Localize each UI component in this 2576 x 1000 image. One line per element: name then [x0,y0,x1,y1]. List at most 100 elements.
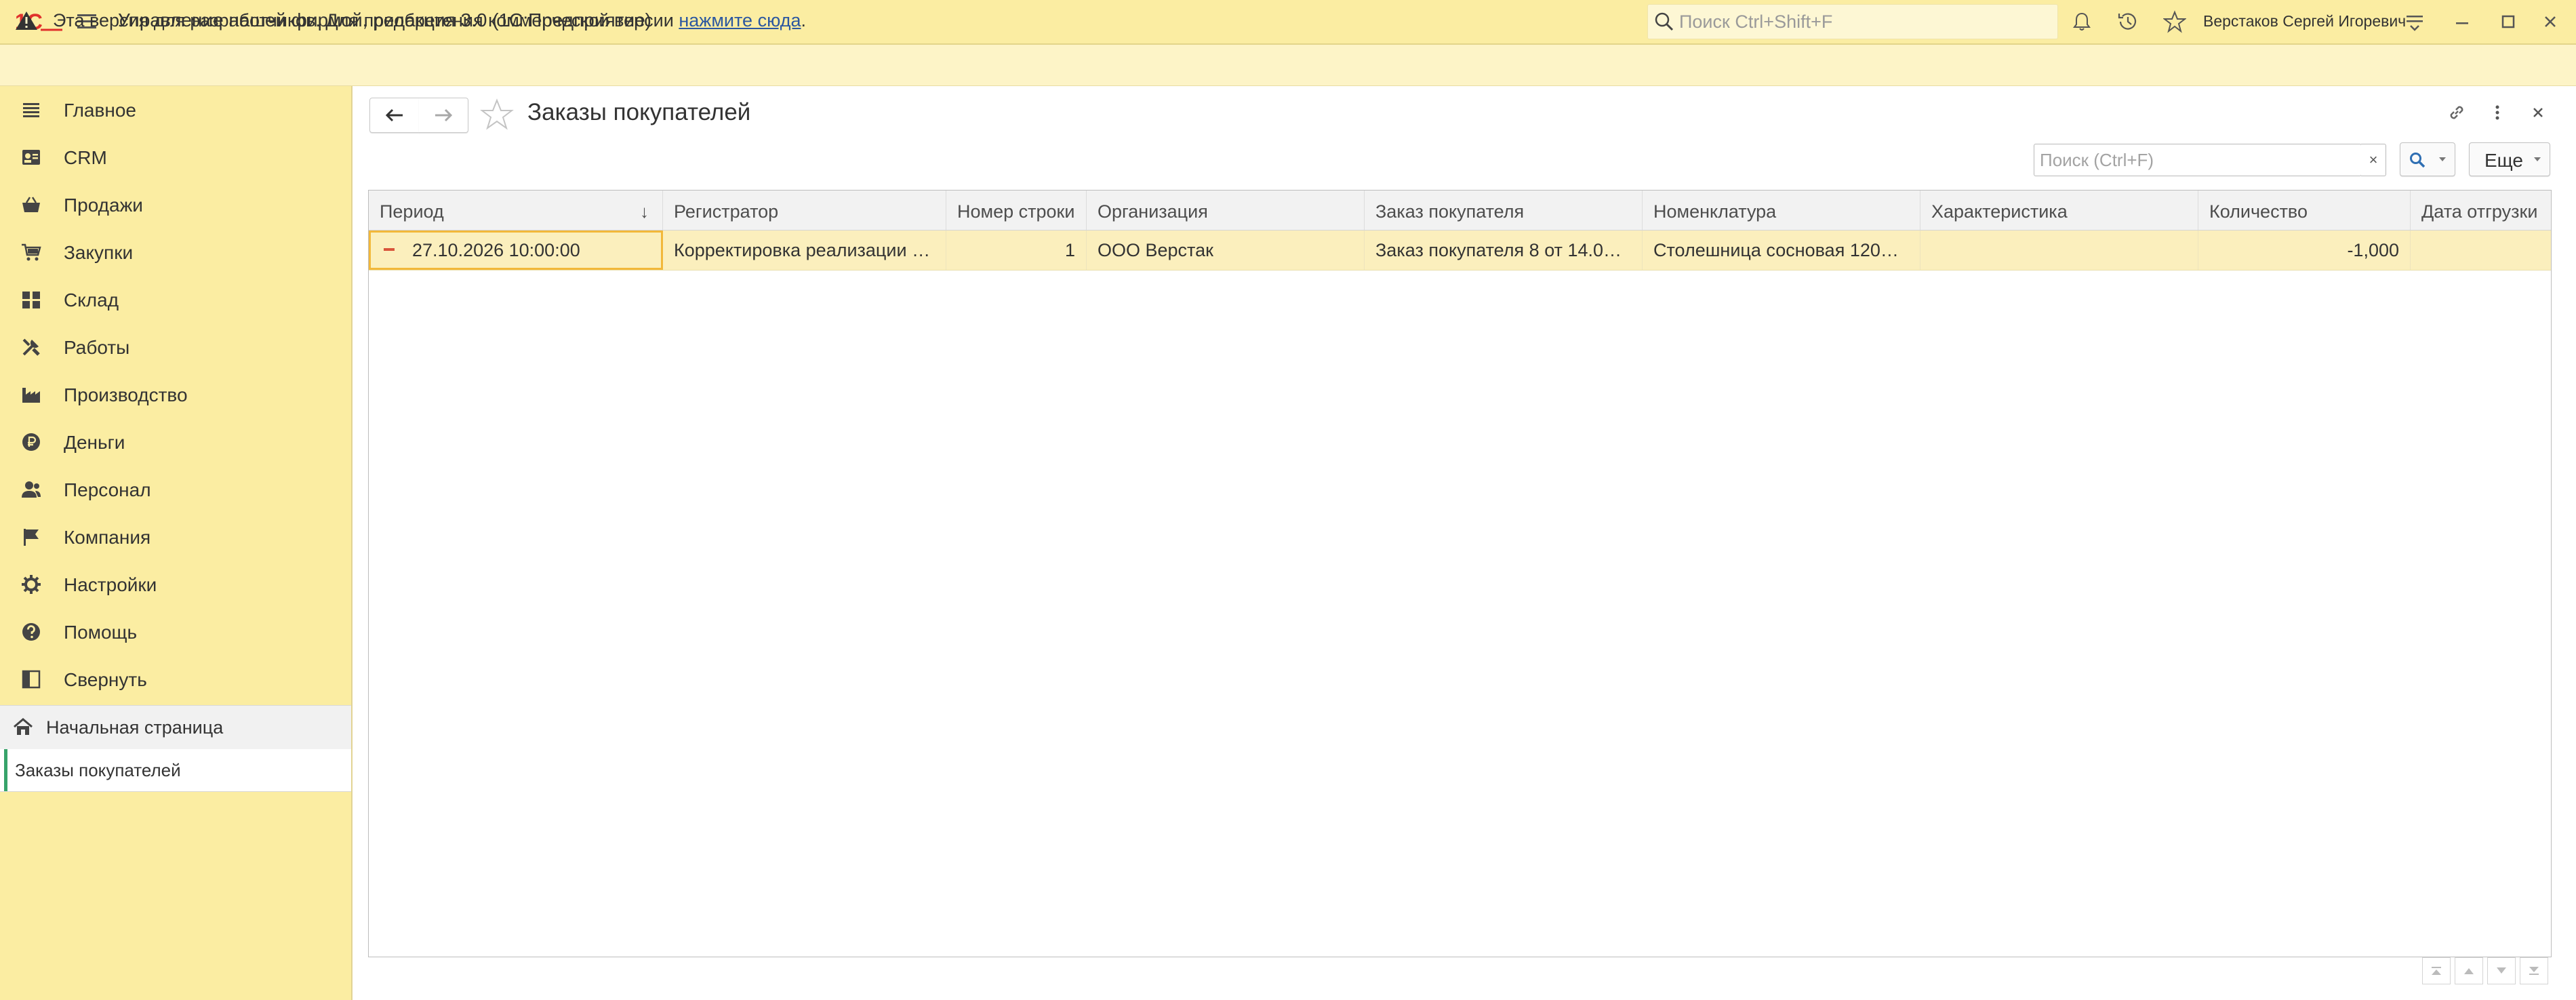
scroll-to-top-button[interactable] [2422,957,2451,984]
sidebar-item-warehouse[interactable]: Склад [0,276,351,323]
developer-version-banner [0,45,2576,86]
column-header-label: Количество [2209,201,2308,222]
sidebar-item-works[interactable]: Работы [0,323,351,371]
list-search-box[interactable] [2034,144,2362,176]
minimize-icon [2456,22,2468,24]
cell-organization[interactable]: ООО Верстак [1087,231,1365,270]
cell-text: 1 [1064,240,1075,260]
column-header-order[interactable]: Заказ покупателя [1365,191,1643,230]
chevron-down-icon [2439,157,2446,161]
open-window-current-label: Заказы покупателей [15,760,181,780]
cell-ship-date[interactable] [2411,231,2551,270]
sidebar-item-main[interactable]: Главное [0,86,351,134]
back-button[interactable] [369,98,420,133]
sidebar-item-crm[interactable]: CRM [0,134,351,181]
cell-characteristic[interactable] [1920,231,2198,270]
cell-line-number[interactable]: 1 [946,231,1087,270]
page-title: Заказы покупателей [527,99,751,125]
sidebar-item-collapse[interactable]: Свернуть [0,656,351,703]
column-header-label: Номенклатура [1653,201,1777,222]
open-window-home-label: Начальная страница [46,717,224,738]
column-header-registrator[interactable]: Регистратор [663,191,946,230]
sidebar: Главное CRM Продажи Закупки Склад Работы… [0,86,353,1000]
column-header-characteristic[interactable]: Характеристика [1920,191,2198,230]
column-header-quantity[interactable]: Количество [2198,191,2411,230]
global-search-box[interactable] [1647,4,2058,39]
help-icon [22,623,40,641]
column-header-organization[interactable]: Организация [1087,191,1365,230]
star-icon[interactable] [479,96,515,133]
warehouse-icon [22,292,40,308]
column-header-nomenclature[interactable]: Номенклатура [1643,191,1920,230]
sidebar-item-help[interactable]: Помощь [0,608,351,656]
get-link-button[interactable] [2442,98,2472,127]
maximize-button[interactable] [2493,7,2523,37]
open-window-current[interactable]: Заказы покупателей [0,749,351,792]
sidebar-item-label: Персонал [64,479,151,500]
factory-icon [22,388,40,403]
more-button-label: Еще [2484,150,2523,171]
column-header-ship-date[interactable]: Дата отгрузки [2411,191,2551,230]
gear-icon [22,575,41,594]
search-icon [1655,12,1674,31]
scroll-to-bottom-button[interactable] [2520,957,2548,984]
clear-search-button[interactable]: × [2361,144,2386,176]
sidebar-item-label: Производство [64,384,188,405]
chevron-up-icon [2464,968,2474,974]
scroll-down-button[interactable] [2487,957,2516,984]
close-icon [2533,108,2543,117]
cell-registrator[interactable]: Корректировка реализации 1 от 27.10.2026… [663,231,946,270]
sidebar-item-company[interactable]: Компания [0,513,351,561]
notifications-button[interactable] [2067,7,2097,37]
buy-link[interactable]: нажмите сюда [679,10,801,31]
sidebar-item-money[interactable]: Деньги [0,418,351,466]
user-name[interactable]: Верстаков Сергей Игоревич [2203,12,2406,31]
cell-text: 27.10.2026 10:00:00 [412,240,580,260]
cell-text: Заказ покупателя 8 от 14.09.2026 [1375,240,1626,260]
scroll-up-button[interactable] [2455,957,2483,984]
sidebar-item-label: Склад [64,289,119,311]
cell-order[interactable]: Заказ покупателя 8 от 14.09.2026 [1365,231,1643,270]
global-search-input[interactable] [1678,9,2047,35]
close-icon [2545,16,2556,27]
cell-period[interactable]: 27.10.2026 10:00:00 [369,231,663,270]
favorites-button[interactable] [2160,7,2190,37]
warning-icon [16,12,37,30]
list-search-input[interactable] [2038,147,2358,173]
column-header-line-number[interactable]: Номер строки [946,191,1087,230]
column-header-label: Регистратор [674,201,779,222]
register-table[interactable]: Период ↓ Регистратор Номер строки Органи… [368,190,2552,957]
active-window-marker [4,749,7,791]
settings-button[interactable] [2400,7,2430,37]
sidebar-item-personnel[interactable]: Персонал [0,466,351,513]
chevron-down-icon [2534,157,2541,161]
form-menu-button[interactable] [2482,98,2512,127]
minus-icon [384,248,395,251]
sidebar-item-label: Свернуть [64,669,147,690]
forward-button[interactable] [419,98,468,133]
last-page-icon [2529,967,2539,975]
cell-quantity[interactable]: -1,000 [2198,231,2411,270]
sidebar-item-production[interactable]: Производство [0,371,351,418]
table-row[interactable]: 27.10.2026 10:00:00 Корректировка реализ… [369,231,2551,271]
search-button[interactable] [2400,142,2455,176]
more-vertical-icon [2495,105,2499,120]
history-button[interactable] [2113,7,2143,37]
cell-nomenclature[interactable]: Столешница сосновая 1200х600 [1643,231,1920,270]
search-icon [2410,153,2426,168]
close-form-button[interactable] [2523,98,2553,127]
more-button[interactable]: Еще [2469,142,2550,176]
first-page-icon [2432,967,2441,975]
open-window-home[interactable]: Начальная страница [0,705,351,750]
list-icon [23,103,39,117]
column-header-period[interactable]: Период ↓ [369,191,663,230]
close-window-button[interactable] [2535,7,2565,37]
sidebar-item-label: Компания [64,527,151,548]
sidebar-item-purchases[interactable]: Закупки [0,228,351,276]
banner-suffix: . [801,10,807,31]
minimize-button[interactable] [2447,7,2477,37]
flag-icon [24,529,39,546]
banner-text: Эта версия для разработчиков. Для приобр… [53,10,806,31]
sidebar-item-sales[interactable]: Продажи [0,181,351,228]
sidebar-item-settings[interactable]: Настройки [0,561,351,608]
